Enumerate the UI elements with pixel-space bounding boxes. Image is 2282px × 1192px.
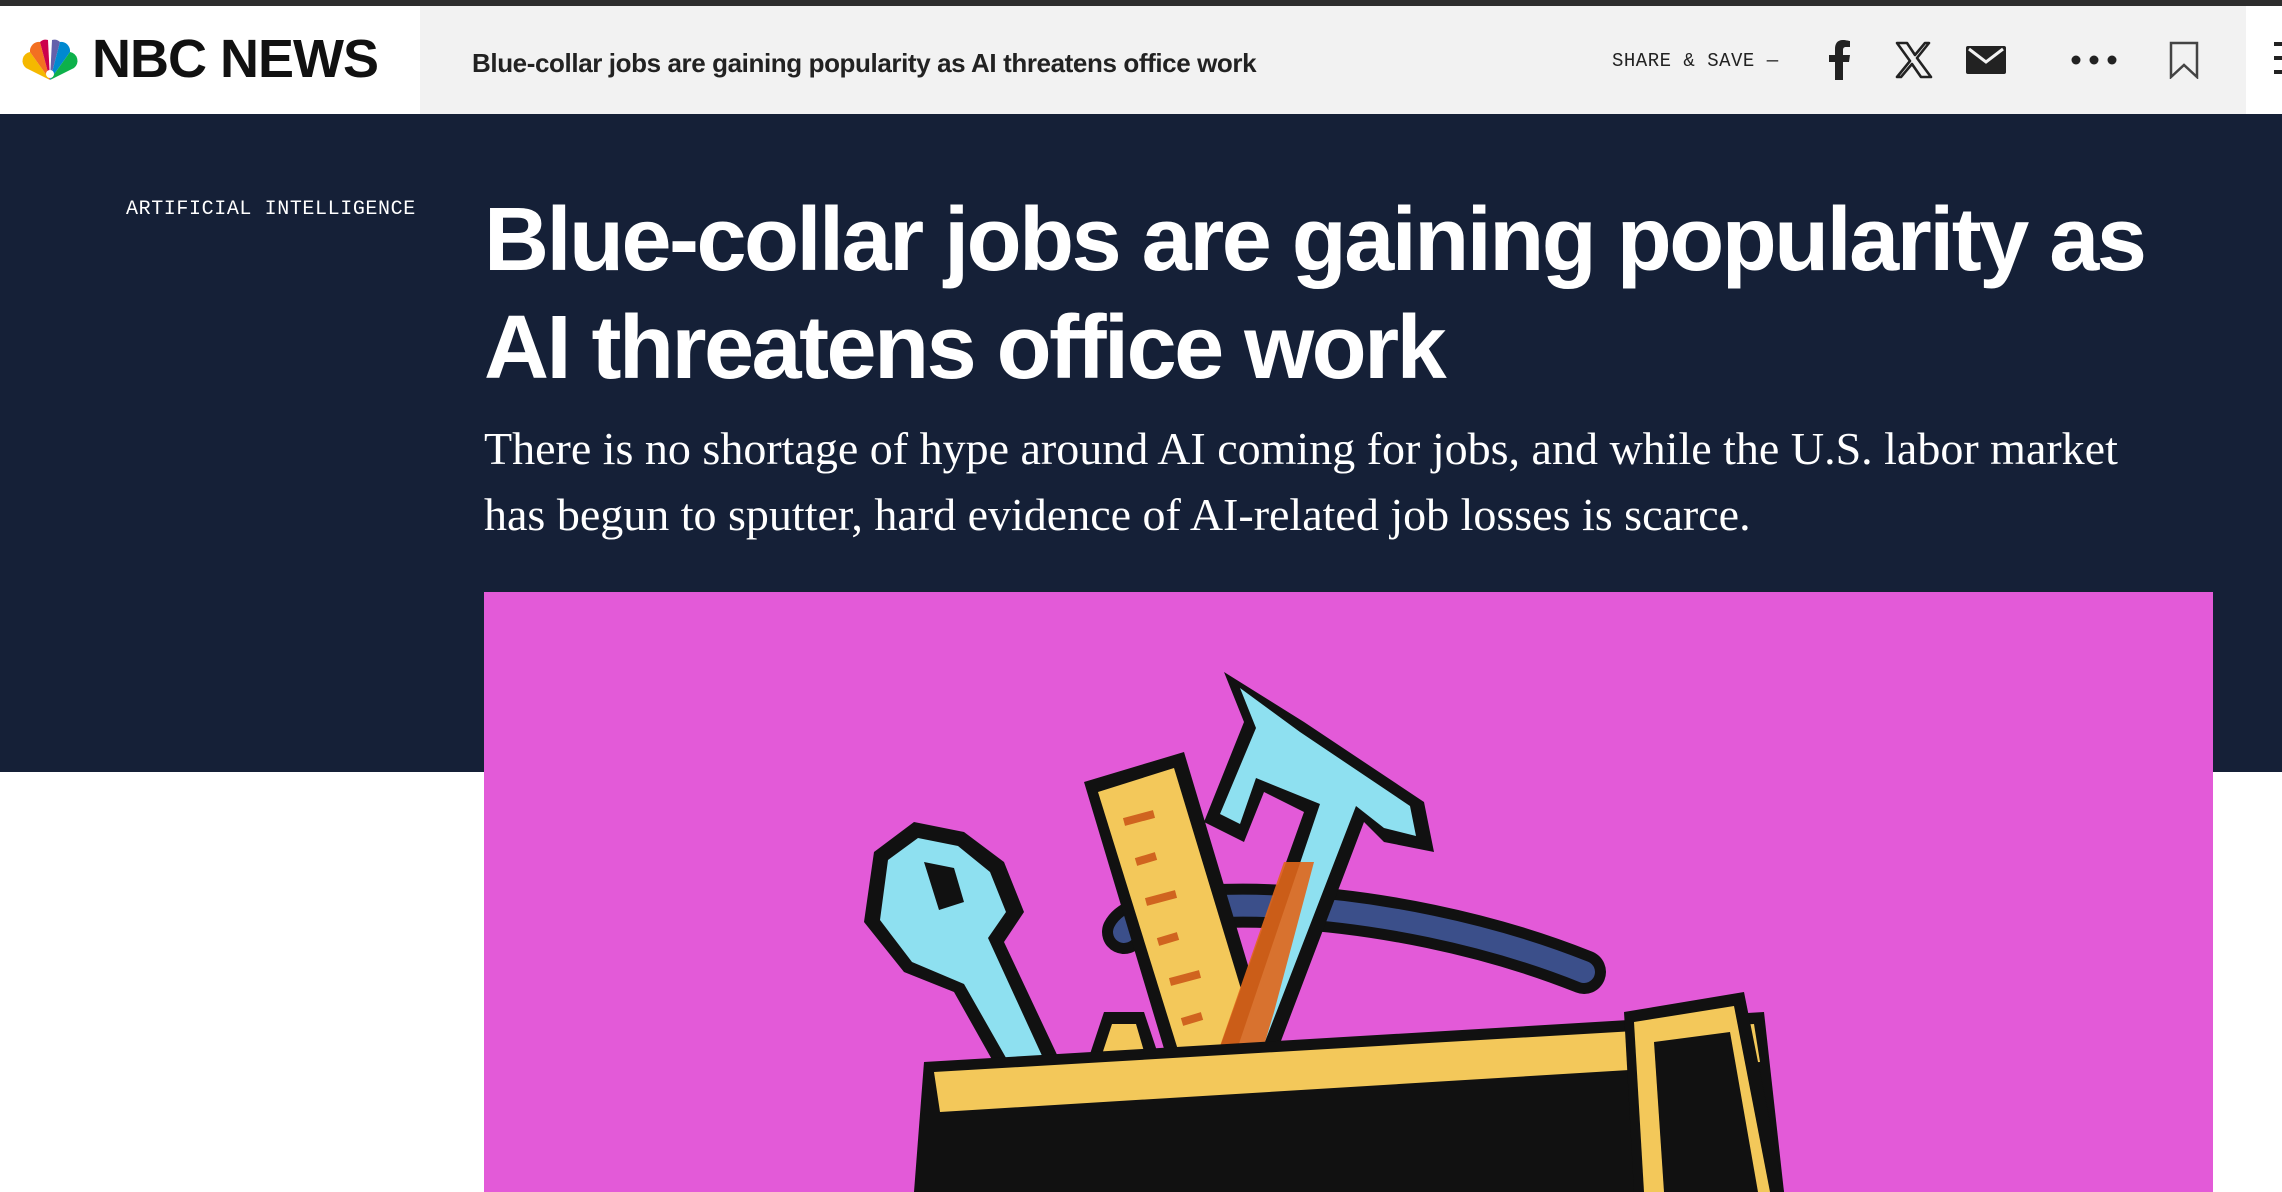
bookmark-icon (2169, 41, 2199, 79)
site-header: NBC NEWS Blue-collar jobs are gaining po… (0, 6, 2282, 114)
bookmark-button[interactable] (2160, 36, 2208, 84)
more-button[interactable] (2070, 36, 2118, 84)
menu-button[interactable] (2246, 6, 2282, 114)
toolbox-icon (914, 992, 1784, 1192)
article-headline: Blue-collar jobs are gaining popularity … (484, 190, 2147, 398)
x-icon (1895, 41, 1933, 79)
facebook-share-button[interactable] (1816, 36, 1864, 84)
nbc-news-logo[interactable]: NBC NEWS (0, 6, 420, 114)
menu-icon (2274, 42, 2282, 74)
toolbox-illustration (864, 672, 1784, 1192)
section-label[interactable]: ARTIFICIAL INTELLIGENCE (126, 198, 416, 221)
hero-image (484, 592, 2213, 1192)
email-share-button[interactable] (1962, 36, 2010, 84)
peacock-icon (22, 39, 78, 80)
brand-name: NBC NEWS (92, 29, 379, 89)
more-icon (2071, 55, 2117, 65)
x-share-button[interactable] (1890, 36, 1938, 84)
header-article-title: Blue-collar jobs are gaining popularity … (472, 48, 1257, 78)
email-icon (1966, 46, 2006, 74)
share-save-label: SHARE & SAVE — (1612, 50, 1779, 72)
article-dek: There is no shortage of hype around AI c… (484, 423, 2118, 540)
facebook-icon (1829, 40, 1850, 80)
